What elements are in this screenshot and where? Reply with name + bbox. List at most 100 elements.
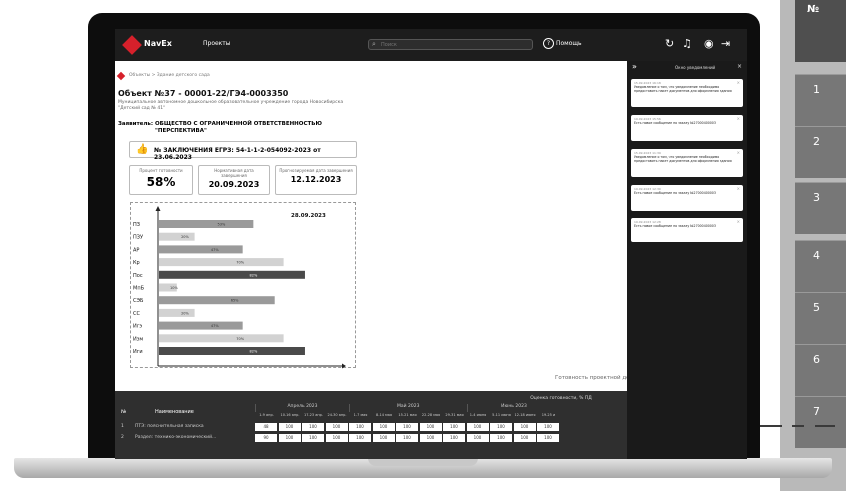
table-cell: 100 (443, 434, 465, 442)
background-row-number: 6 (813, 353, 820, 366)
table-month-header: Апрель 2023 (255, 404, 349, 412)
help-icon[interactable]: ? (543, 38, 554, 49)
category-label: ПЗУ (133, 235, 143, 241)
close-icon[interactable]: × (737, 80, 740, 85)
readiness-card: Процент готовности 58% (129, 165, 193, 195)
bar-chart-svg: 28.09.2023100%ПЗ53%ПЗУ20%АР47%Кр70%Пос82… (133, 206, 346, 369)
breadcrumb[interactable]: Объекты > Здание детского сада (129, 73, 210, 78)
table-cell: 100 (466, 423, 489, 431)
category-label: Изм (133, 336, 143, 342)
search-box[interactable]: ⌕ (368, 39, 533, 50)
category-label: Иги (133, 349, 143, 355)
table-col-num: № (121, 409, 127, 415)
table-cell: 100 (302, 423, 324, 431)
row-name: Раздел: технико-экономический... (135, 435, 217, 440)
table-cell: 100 (443, 423, 465, 431)
help-link[interactable]: Помощь (556, 40, 582, 47)
bar-value-label: 70% (236, 337, 244, 341)
category-label: СЭБ (133, 298, 144, 304)
bar (159, 308, 195, 317)
close-icon[interactable]: × (737, 63, 742, 70)
table-cell: 100 (372, 434, 395, 442)
table-week-header: 10-16 апр. (280, 413, 300, 417)
table-cell: 100 (372, 423, 395, 431)
bar-value-label: 65% (231, 299, 239, 303)
notification-text: Есть новое сообщение по заказу №27000400… (634, 121, 716, 125)
notification-card[interactable]: 19.09.2023 12:30 × Есть новое сообщение по… (631, 185, 743, 211)
progress-chart: 28.09.2023100%ПЗ53%ПЗУ20%АР47%Кр70%Пос82… (130, 202, 356, 369)
top-bar: NavEx Проекты ⌕ ? Помощь ↻ ♫ ◉ ⇥ (115, 29, 747, 61)
background-table-row: 7 (795, 396, 846, 448)
collapse-panel-icon[interactable]: » (632, 62, 637, 71)
background-table-row: 3 (795, 182, 846, 234)
close-icon[interactable]: × (737, 219, 740, 224)
readiness-caption: Готовность проектной до (555, 375, 630, 381)
background-table-row: 1 (795, 74, 846, 126)
row-name: ПТЭ: пояснительная записка (135, 424, 204, 429)
bar (159, 220, 254, 228)
notification-card[interactable]: 19.09.2023 15:56 × Есть новое сообщение по… (631, 115, 743, 141)
bar-value-label: 20% (181, 235, 189, 239)
table-week-header: 29-31 мая (445, 413, 464, 417)
row-number: 1 (121, 424, 124, 429)
table-cell: 100 (396, 423, 418, 431)
background-table-header: № (795, 0, 846, 62)
table-week-header: 1-7 мая (353, 413, 368, 417)
panel-title: Окно уведомлений (675, 65, 716, 70)
background-row-number: 2 (813, 135, 820, 148)
object-subtitle: Муниципальное автономное дошкольное обра… (118, 100, 344, 111)
category-label: МпБ (133, 286, 145, 292)
table-week-header: 15-21 мая (398, 413, 417, 417)
bar-value-label: 47% (211, 324, 219, 328)
thumbs-up-icon: 👍 (136, 144, 149, 155)
bar (159, 232, 195, 241)
nav-projects-link[interactable]: Проекты (203, 40, 231, 47)
category-label: Пос (133, 273, 143, 279)
table-cell: 100 (349, 434, 371, 442)
background-row-number: 4 (813, 249, 820, 262)
logout-icon[interactable]: ⇥ (721, 37, 730, 50)
normative-date-card: Нормативная дата завершения 20.09.2023 (198, 165, 270, 195)
egrz-text: № ЗАКЛЮЧЕНИЯ ЕГРЗ: 54-1-1-2-054092-2023 … (154, 147, 321, 161)
dashed-line (815, 425, 835, 427)
user-icon[interactable]: ◉ (704, 37, 714, 50)
notification-text: Уведомление о том, что уведомление необх… (634, 155, 732, 163)
brand-name[interactable]: NavEx (144, 39, 172, 48)
background-row-number: 5 (813, 301, 820, 314)
bar (159, 347, 305, 355)
notification-card[interactable]: 15.09.2023 11:39 × Уведомление о том, что … (631, 149, 743, 177)
category-label: СС (133, 311, 140, 317)
table-cell: 100 (419, 434, 442, 442)
dashed-line (760, 425, 782, 427)
table-month-header: Июнь 2023 (466, 404, 561, 412)
refresh-icon[interactable]: ↻ (665, 37, 674, 50)
close-icon[interactable]: × (737, 150, 740, 155)
category-label: ПЗ (133, 222, 140, 228)
card-label: Нормативная дата завершения (214, 168, 254, 178)
bar (159, 296, 275, 305)
notification-text: Уведомление о том, что уведомление необх… (634, 85, 732, 93)
table-cell: 100 (466, 434, 489, 442)
notification-text: Есть новое сообщение по заказу №27000400… (634, 191, 716, 195)
applicant-value: ОБЩЕСТВО С ОГРАНИЧЕННОЙ ОТВЕТСТВЕННОСТЬЮ… (155, 121, 322, 134)
table-col-name: Наименование (155, 409, 194, 415)
bell-icon[interactable]: ♫ (682, 37, 692, 50)
navex-logo-icon[interactable] (122, 35, 142, 55)
table-cell: 100 (537, 423, 559, 431)
y-axis-arrow (155, 206, 161, 211)
card-value: 20.09.2023 (208, 180, 260, 189)
card-label: Процент готовности (139, 168, 183, 173)
close-icon[interactable]: × (737, 116, 740, 121)
search-input[interactable] (381, 41, 521, 49)
close-icon[interactable]: × (737, 186, 740, 191)
notification-card[interactable]: 19.09.2023 12:28 × Есть новое сообщение по… (631, 218, 743, 242)
notification-card[interactable]: 15.09.2023 16:18 × Уведомление о том, что … (631, 79, 743, 107)
search-icon: ⌕ (372, 40, 376, 48)
table-week-header: 24-30 апр. (327, 413, 347, 417)
row-number: 2 (121, 435, 124, 440)
background-header-label: № (807, 4, 820, 15)
notification-text: Есть новое сообщение по заказу №27000400… (634, 224, 716, 228)
bar-value-label: 20% (181, 311, 189, 315)
background-table-row: 2 (795, 126, 846, 178)
x-axis-arrow (342, 363, 346, 369)
